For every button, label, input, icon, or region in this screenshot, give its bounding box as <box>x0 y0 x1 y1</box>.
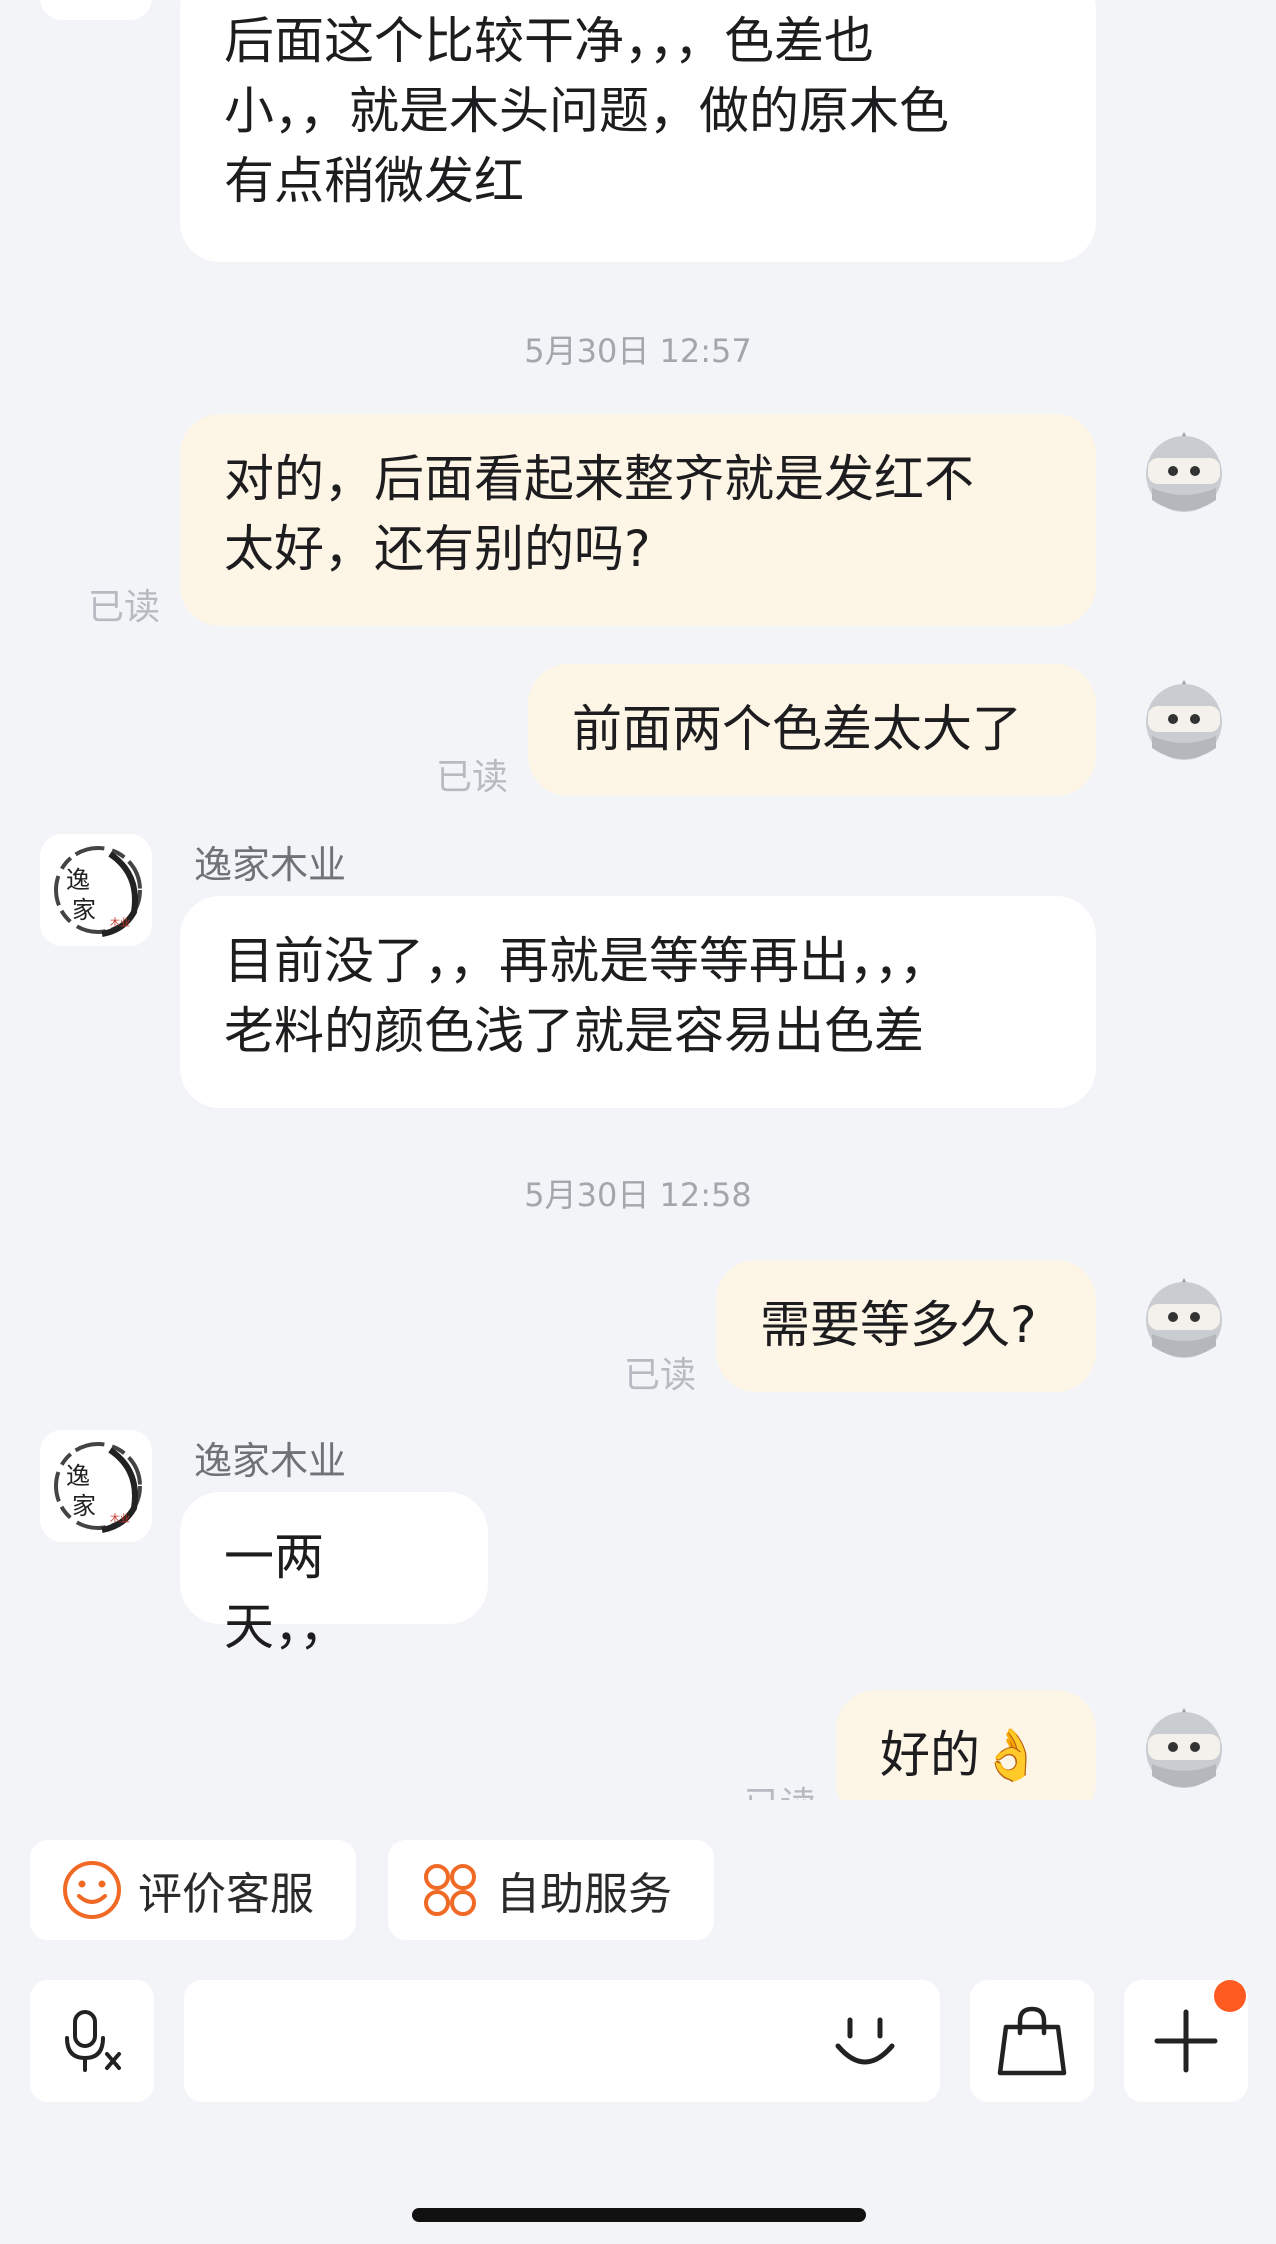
message-input[interactable] <box>204 2000 808 2084</box>
self-service-label: 自助服务 <box>496 1869 672 1920</box>
message-input-box[interactable] <box>184 1980 940 2102</box>
my-avatar[interactable] <box>1142 1276 1226 1370</box>
home-indicator[interactable] <box>412 2208 866 2222</box>
message-bubble-outgoing[interactable]: 前面两个色差太大了 <box>528 664 1096 796</box>
message-text: 好的👌 <box>880 1726 1043 1784</box>
svg-text:木业: 木业 <box>110 917 130 929</box>
message-bubble-incoming[interactable]: 后面这个比较干净，，，色差也 小，，就是木头问题，做的原木色 有点稍微发红 <box>180 0 1096 262</box>
sender-name: 逸家木业 <box>194 843 347 887</box>
message-text-line: 小，，就是木头问题，做的原木色 <box>224 82 949 140</box>
read-receipt: 已读 <box>624 1355 697 1396</box>
voice-to-text-icon <box>65 2010 121 2072</box>
shopping-bag-icon <box>997 2006 1067 2076</box>
message-text: 需要等多久? <box>760 1296 1037 1354</box>
my-avatar[interactable] <box>1142 1706 1226 1800</box>
message-bubble-incoming[interactable]: 目前没了，，再就是等等再出，，， 老料的颜色浅了就是容易出色差 <box>180 896 1096 1108</box>
notification-dot <box>1214 1980 1246 2012</box>
message-text: 一两天，， <box>224 1528 349 1656</box>
message-bubble-outgoing[interactable]: 好的👌 <box>836 1690 1096 1800</box>
shop-avatar[interactable]: 逸 家 木业 <box>40 1430 152 1542</box>
message-text-line: 有点稍微发红 <box>224 152 524 210</box>
voice-input-button[interactable] <box>30 1980 154 2102</box>
sender-name: 逸家木业 <box>194 1439 347 1483</box>
shop-avatar-partial <box>40 0 152 20</box>
svg-text:木业: 木业 <box>110 1513 130 1525</box>
message-text-line: 后面这个比较干净，，，色差也 <box>224 12 874 70</box>
emoji-icon <box>835 2017 895 2065</box>
ninja-avatar-icon <box>1146 432 1222 512</box>
shop-logo-icon: 逸 家 木业 <box>54 1442 142 1533</box>
read-receipt: 已读 <box>88 587 161 628</box>
grid-circles-icon <box>424 1864 476 1916</box>
emoji-button[interactable] <box>824 2000 906 2082</box>
my-avatar[interactable] <box>1142 678 1226 772</box>
svg-text:逸: 逸 <box>66 1462 90 1490</box>
self-service-button[interactable]: 自助服务 <box>388 1840 714 1940</box>
message-text-line: 老料的颜色浅了就是容易出色差 <box>224 1002 924 1060</box>
message-text: 前面两个色差太大了 <box>572 700 1022 758</box>
ninja-avatar-icon <box>1146 1278 1222 1358</box>
timestamp: 5月30日 12:58 <box>524 1176 752 1214</box>
message-bubble-outgoing[interactable]: 对的，后面看起来整齐就是发红不 太好，还有别的吗? <box>180 414 1096 626</box>
message-bubble-incoming[interactable]: 一两天，， <box>180 1492 488 1656</box>
smiley-icon <box>63 1861 121 1919</box>
chat-message-list[interactable]: 后面这个比较干净，，，色差也 小，，就是木头问题，做的原木色 有点稍微发红 5月… <box>0 0 1276 1800</box>
message-bubble-outgoing[interactable]: 需要等多久? <box>716 1260 1096 1392</box>
timestamp: 5月30日 12:57 <box>524 332 752 370</box>
read-receipt: 已读 <box>436 757 509 798</box>
plus-icon <box>1154 2009 1218 2073</box>
shop-logo-icon: 逸 家 木业 <box>54 846 142 937</box>
svg-text:家: 家 <box>72 1492 96 1520</box>
my-avatar[interactable] <box>1142 430 1226 524</box>
read-receipt: 已读 <box>744 1776 816 1800</box>
shopping-bag-button[interactable] <box>970 1980 1094 2102</box>
message-text-line: 对的，后面看起来整齐就是发红不 <box>224 450 974 508</box>
ninja-avatar-icon <box>1146 680 1222 760</box>
ninja-avatar-icon <box>1146 1708 1222 1788</box>
svg-text:逸: 逸 <box>66 866 90 894</box>
message-text-line: 目前没了，，再就是等等再出，，， <box>224 932 949 990</box>
svg-text:家: 家 <box>72 896 96 924</box>
message-text-line: 太好，还有别的吗? <box>224 520 651 578</box>
rate-service-label: 评价客服 <box>138 1869 314 1920</box>
rate-service-button[interactable]: 评价客服 <box>30 1840 356 1940</box>
shop-avatar[interactable]: 逸 家 木业 <box>40 834 152 946</box>
